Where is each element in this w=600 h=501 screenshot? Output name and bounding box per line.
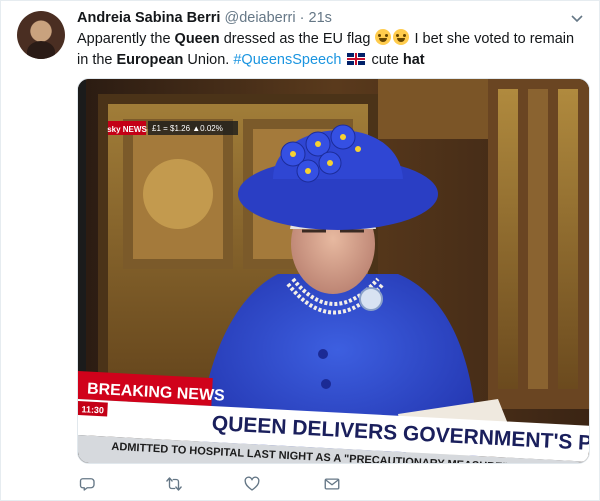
tweet-card: Andreia Sabina Berri @deiaberri · 21s Ap… <box>0 0 600 501</box>
avatar[interactable] <box>17 11 65 59</box>
envelope-icon[interactable] <box>321 473 343 495</box>
ticker-top: £1 = $1.26 ▲0.02% <box>152 124 223 133</box>
tweet-text-part: cute <box>367 52 403 68</box>
tweet-text-part: Union. <box>183 52 234 68</box>
channel-bug: sky NEWS £1 = $1.26 ▲0.02% <box>107 121 238 135</box>
retweet-icon[interactable] <box>163 473 185 495</box>
heart-icon[interactable] <box>241 473 263 495</box>
tweet-text-part: dressed as the EU flag <box>219 31 375 47</box>
tears-of-joy-emoji-icon <box>375 29 392 45</box>
tweet-text-part: Apparently the <box>77 31 175 47</box>
tweet-media-photo[interactable]: sky NEWS £1 = $1.26 ▲0.02% BREAKING NEWS… <box>77 78 590 464</box>
author-handle[interactable]: @deiaberri <box>224 10 295 26</box>
tweet-actions <box>77 473 377 497</box>
broadcast-clock: 11:30 <box>81 404 104 415</box>
grinning-sweat-emoji-icon <box>393 29 410 45</box>
author-fullname[interactable]: Andreia Sabina Berri <box>77 10 220 26</box>
tweet-text-bold: hat <box>402 52 425 68</box>
reply-icon[interactable] <box>77 473 99 495</box>
hashtag-link[interactable]: #QueensSpeech <box>233 52 341 68</box>
tweet-text: Apparently the Queen dressed as the EU f… <box>77 29 587 71</box>
tweet-text-bold: Queen <box>174 31 220 47</box>
uk-flag-emoji-icon <box>347 53 366 65</box>
tweet-text-bold: European <box>116 52 184 68</box>
separator-dot: · <box>299 10 305 26</box>
chevron-down-icon[interactable] <box>569 11 585 27</box>
channel-logo: sky NEWS <box>107 125 147 134</box>
tweet-timestamp[interactable]: 21s <box>309 10 332 26</box>
tweet-header: Andreia Sabina Berri @deiaberri · 21s <box>77 10 559 30</box>
